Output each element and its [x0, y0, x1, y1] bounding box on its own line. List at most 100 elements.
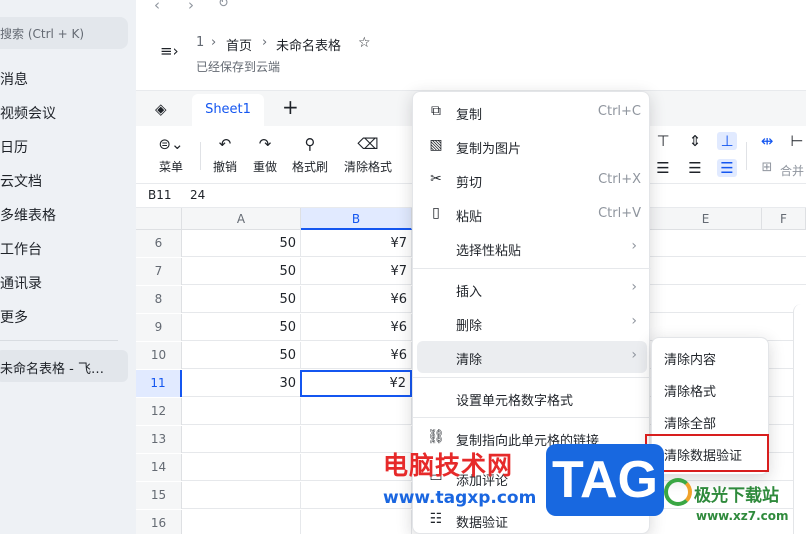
- sidebar-item-more[interactable]: 更多: [0, 302, 136, 330]
- image-icon: ▧: [429, 137, 443, 153]
- row-header-selected[interactable]: 11: [136, 370, 182, 397]
- cell-b[interactable]: ¥7: [301, 230, 412, 257]
- sidebar-item-contacts[interactable]: 通讯录: [0, 268, 136, 296]
- merge-label[interactable]: 合并: [780, 162, 804, 179]
- clear-format-button[interactable]: ⌫ 清除格式: [342, 134, 394, 175]
- column-header-f[interactable]: F: [762, 208, 806, 230]
- menu-item-cut[interactable]: ✂ 剪切 Ctrl+X: [417, 164, 647, 196]
- align-right-icon[interactable]: ☰: [717, 159, 737, 177]
- menu-item-copy-as-image[interactable]: ▧ 复制为图片: [417, 130, 647, 162]
- row-header[interactable]: 6: [136, 230, 182, 257]
- copy-icon: ⧉: [431, 103, 441, 119]
- shortcut-label: Ctrl+C: [597, 104, 641, 119]
- cell-a[interactable]: [182, 454, 301, 481]
- cell-a[interactable]: 50: [182, 258, 301, 285]
- forward-icon[interactable]: ›: [188, 0, 194, 14]
- tab-sheet1[interactable]: Sheet1: [192, 94, 264, 127]
- sidebar-item-messages[interactable]: 消息: [0, 64, 136, 92]
- row-header[interactable]: 7: [136, 258, 182, 285]
- format-painter-button[interactable]: ⚲ 格式刷: [290, 134, 330, 175]
- outline-toggle-icon[interactable]: ≡›: [160, 42, 179, 60]
- sidebar-item-docs[interactable]: 云文档: [0, 166, 136, 194]
- align-bottom-icon[interactable]: ⊥: [717, 132, 737, 150]
- row-header[interactable]: 10: [136, 342, 182, 369]
- menu-divider: [413, 377, 651, 378]
- submenu-clear-all[interactable]: 清除全部: [656, 406, 766, 436]
- column-header-a[interactable]: A: [182, 208, 301, 230]
- menu-button[interactable]: ⊜⌄ 菜单: [156, 134, 186, 175]
- cell-a[interactable]: 50: [182, 342, 301, 369]
- cell-b[interactable]: ¥6: [301, 286, 412, 313]
- cell-b[interactable]: ¥7: [301, 258, 412, 285]
- cell-a[interactable]: 50: [182, 286, 301, 313]
- link-icon: ⛓: [427, 429, 445, 445]
- column-header-b[interactable]: B: [301, 208, 412, 230]
- align-left-icon[interactable]: ☰: [653, 159, 673, 177]
- add-sheet-icon[interactable]: +: [282, 95, 299, 119]
- undo-button[interactable]: ↶ 撤销: [210, 134, 240, 175]
- redo-button[interactable]: ↷ 重做: [250, 134, 280, 175]
- cell-b[interactable]: [301, 510, 412, 534]
- row-header[interactable]: 9: [136, 314, 182, 341]
- sidebar-item-calendar[interactable]: 日历: [0, 132, 136, 160]
- menu-item-number-format[interactable]: 设置单元格数字格式: [417, 382, 647, 414]
- align-center-icon[interactable]: ☰: [685, 159, 705, 177]
- cell-a[interactable]: 30: [182, 370, 301, 397]
- clear-format-label: 清除格式: [343, 160, 392, 174]
- menu-item-copy[interactable]: ⧉ 复制 Ctrl+C: [417, 96, 647, 128]
- menu-item-paste[interactable]: ▯ 粘贴 Ctrl+V: [417, 198, 647, 230]
- menu-label: 删除: [456, 319, 483, 334]
- menu-label: 清除: [456, 353, 483, 368]
- merge-icon[interactable]: ⊞: [757, 160, 777, 175]
- search-input[interactable]: 搜索 (Ctrl + K): [0, 17, 128, 49]
- column-width-icon[interactable]: ⇹: [757, 132, 777, 150]
- cell-a[interactable]: [182, 398, 301, 425]
- cell-a[interactable]: 50: [182, 230, 301, 257]
- select-all-corner[interactable]: [136, 208, 182, 230]
- submenu-clear-format[interactable]: 清除格式: [656, 374, 766, 404]
- watermark-xz-url: www.xz7.com: [696, 509, 789, 523]
- menu-item-delete[interactable]: 删除 ›: [417, 307, 647, 339]
- menu-label: 剪切: [456, 176, 483, 191]
- row-header[interactable]: 14: [136, 454, 182, 481]
- paste-icon: ▯: [432, 205, 440, 221]
- refresh-icon[interactable]: ↻: [218, 0, 229, 11]
- cell-b[interactable]: ¥6: [301, 342, 412, 369]
- row-height-icon[interactable]: ⊢: [787, 132, 806, 150]
- recent-doc-item[interactable]: 未命名表格 - 飞…: [0, 350, 128, 382]
- submenu-clear-content[interactable]: 清除内容: [656, 342, 766, 372]
- shortcut-label: Ctrl+V: [598, 206, 641, 221]
- cell-a[interactable]: [182, 482, 301, 509]
- selected-cell-b11[interactable]: ¥2: [300, 370, 412, 397]
- format-painter-label: 格式刷: [291, 160, 328, 174]
- breadcrumb-home[interactable]: 首页: [226, 35, 252, 54]
- row-header[interactable]: 8: [136, 286, 182, 313]
- row-header[interactable]: 15: [136, 482, 182, 509]
- row-header[interactable]: 13: [136, 426, 182, 453]
- menu-item-clear[interactable]: 清除 ›: [417, 341, 647, 373]
- align-top-icon[interactable]: ⊤: [653, 132, 673, 150]
- formula-input[interactable]: 24: [190, 188, 205, 202]
- sidebar-item-base[interactable]: 多维表格: [0, 200, 136, 228]
- align-middle-icon[interactable]: ⇕: [685, 132, 705, 150]
- validation-icon: ☷: [429, 511, 443, 527]
- layers-icon[interactable]: ◈: [155, 100, 167, 118]
- cell-a[interactable]: 50: [182, 314, 301, 341]
- sidebar-item-video-meeting[interactable]: 视频会议: [0, 98, 136, 126]
- row-header[interactable]: 12: [136, 398, 182, 425]
- row-header[interactable]: 16: [136, 510, 182, 534]
- cell-b[interactable]: [301, 398, 412, 425]
- xz-logo-icon: [664, 478, 692, 506]
- menu-item-paste-special[interactable]: 选择性粘贴 ›: [417, 232, 647, 264]
- column-header-e[interactable]: E: [650, 208, 762, 230]
- cell-b[interactable]: ¥6: [301, 314, 412, 341]
- back-icon[interactable]: ‹: [154, 0, 160, 14]
- menu-item-insert[interactable]: 插入 ›: [417, 273, 647, 305]
- cell-reference[interactable]: B11: [148, 188, 172, 202]
- cell-a[interactable]: [182, 510, 301, 534]
- doc-title[interactable]: 未命名表格: [276, 35, 341, 54]
- chevron-right-icon: ›: [631, 313, 637, 329]
- cell-a[interactable]: [182, 426, 301, 453]
- sidebar-item-workplace[interactable]: 工作台: [0, 234, 136, 262]
- star-icon[interactable]: ☆: [358, 35, 371, 51]
